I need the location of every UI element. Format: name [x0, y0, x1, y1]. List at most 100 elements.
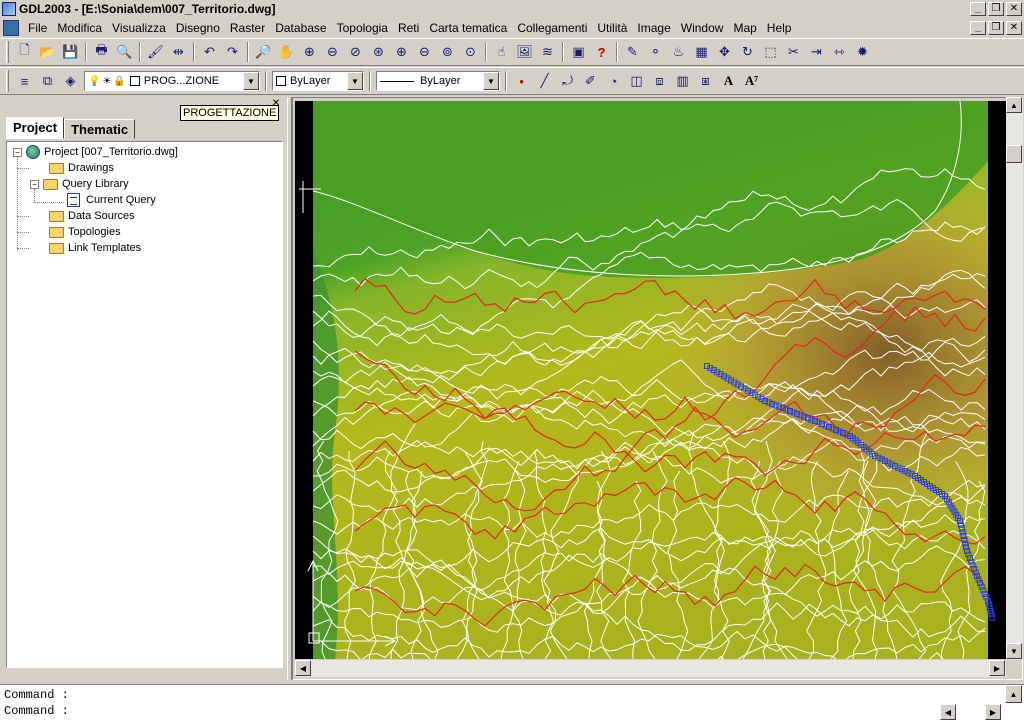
- tree-item-current-query[interactable]: Current Query: [67, 192, 156, 208]
- layer-display-icon[interactable]: ▣: [567, 41, 590, 63]
- command-scroll-up-icon[interactable]: ▲: [1005, 685, 1022, 703]
- scroll-up-icon[interactable]: ▲: [1006, 97, 1022, 113]
- menu-collegamenti[interactable]: Collegamenti: [512, 18, 592, 38]
- image-insert-icon[interactable]: 🖼: [513, 41, 536, 63]
- trim-icon[interactable]: ✂: [782, 41, 805, 63]
- scroll-left-icon[interactable]: ◀: [295, 660, 311, 676]
- topology-icon[interactable]: ♨: [667, 41, 690, 63]
- menu-modifica[interactable]: Modifica: [52, 18, 107, 38]
- doc-restore-button[interactable]: ❐: [988, 21, 1004, 35]
- title-bar[interactable]: GDL2003 - [E:\Sonia\dem\007_Territorio.d…: [0, 0, 1024, 18]
- drawing-canvas[interactable]: [295, 101, 1006, 659]
- minimize-button[interactable]: _: [970, 2, 986, 16]
- print-preview-icon[interactable]: 🔍: [113, 41, 136, 63]
- tree-root[interactable]: − Project [007_Territorio.dwg]: [13, 144, 178, 160]
- zoom-all-icon[interactable]: ⊚: [436, 41, 459, 63]
- rainbow-icon[interactable]: ≋: [536, 41, 559, 63]
- circle-icon[interactable]: ◔: [602, 70, 625, 92]
- toolbar-grip[interactable]: [6, 41, 9, 63]
- zoom-scale-icon[interactable]: ⊘: [344, 41, 367, 63]
- menu-file[interactable]: File: [23, 18, 52, 38]
- nodes-icon[interactable]: ⚬: [644, 41, 667, 63]
- collapse-icon[interactable]: −: [30, 179, 39, 189]
- restore-button[interactable]: ❐: [988, 2, 1004, 16]
- layer-stack-icon[interactable]: ◈: [59, 70, 82, 92]
- explode-icon[interactable]: ✹: [851, 41, 874, 63]
- menu-raster[interactable]: Raster: [225, 18, 270, 38]
- linetype-combo[interactable]: ByLayer ▼: [376, 71, 500, 91]
- zoom-dynamic-icon[interactable]: ⊖: [321, 41, 344, 63]
- undo-icon[interactable]: ↶: [198, 41, 221, 63]
- chevron-down-icon[interactable]: ▼: [243, 72, 259, 90]
- menu-carta-tematica[interactable]: Carta tematica: [424, 18, 512, 38]
- menu-image[interactable]: Image: [632, 18, 675, 38]
- pan-icon[interactable]: ✋: [275, 41, 298, 63]
- menu-disegno[interactable]: Disegno: [171, 18, 225, 38]
- terrain-map[interactable]: [295, 101, 1006, 659]
- zoom-center-icon[interactable]: ⊛: [367, 41, 390, 63]
- text-icon[interactable]: A: [717, 70, 740, 92]
- new-icon[interactable]: 🗋: [13, 41, 36, 63]
- rotate-icon[interactable]: ↻: [736, 41, 759, 63]
- layers-icon[interactable]: ≡: [13, 70, 36, 92]
- tree-item-query-library[interactable]: − Query Library: [30, 176, 129, 192]
- command-area[interactable]: Command : Command : ▲ ◀ ▶: [0, 684, 1024, 723]
- menu-visualizza[interactable]: Visualizza: [107, 18, 171, 38]
- area-icon[interactable]: ◫: [625, 70, 648, 92]
- menu-topologia[interactable]: Topologia: [332, 18, 393, 38]
- save-icon[interactable]: 💾: [59, 41, 82, 63]
- edit-icon[interactable]: ✎: [621, 41, 644, 63]
- menu-utilita[interactable]: Utilità: [592, 18, 632, 38]
- vertical-scroll-thumb[interactable]: [1006, 145, 1022, 163]
- scroll-right-icon[interactable]: ▶: [989, 660, 1005, 676]
- tree-item-drawings[interactable]: Drawings: [49, 160, 114, 176]
- tab-project[interactable]: Project: [6, 117, 65, 139]
- vertical-scrollbar[interactable]: ▲ ▼: [1006, 97, 1023, 660]
- move-icon[interactable]: ✥: [713, 41, 736, 63]
- close-button[interactable]: ✕: [1006, 2, 1022, 16]
- layer-states-icon[interactable]: ⧉: [36, 70, 59, 92]
- polyline-icon[interactable]: ⤾: [556, 70, 579, 92]
- menu-map[interactable]: Map: [728, 18, 761, 38]
- chevron-down-icon[interactable]: ▼: [483, 72, 499, 90]
- zoom-extents-icon[interactable]: ⊙: [459, 41, 482, 63]
- command-input-line[interactable]: Command :: [4, 704, 69, 718]
- doc-close-button[interactable]: ✕: [1006, 21, 1022, 35]
- measure-icon[interactable]: ⇹: [167, 41, 190, 63]
- map-query-icon[interactable]: ☝: [490, 41, 513, 63]
- line-icon[interactable]: ╱: [533, 70, 556, 92]
- tree-item-link-templates[interactable]: Link Templates: [49, 240, 141, 256]
- zoom-realtime-icon[interactable]: 🔎: [252, 41, 275, 63]
- extend-icon[interactable]: ⇥: [805, 41, 828, 63]
- scroll-down-icon[interactable]: ▼: [1006, 643, 1022, 659]
- menu-database[interactable]: Database: [270, 18, 331, 38]
- print-icon[interactable]: 🖶: [90, 41, 113, 63]
- pencil-icon[interactable]: ✐: [579, 70, 602, 92]
- tab-thematic[interactable]: Thematic: [64, 119, 136, 139]
- horizontal-scrollbar[interactable]: ◀ ▶: [295, 660, 1006, 677]
- redo-icon[interactable]: ↷: [221, 41, 244, 63]
- point-icon[interactable]: •: [510, 70, 533, 92]
- command-scroll-right-icon[interactable]: ▶: [985, 704, 1001, 720]
- menu-reti[interactable]: Reti: [393, 18, 424, 38]
- menu-help[interactable]: Help: [762, 18, 797, 38]
- open-icon[interactable]: 📂: [36, 41, 59, 63]
- layer-combo[interactable]: 💡 ☀ 🔒 PROG...ZIONE ▼: [84, 71, 260, 91]
- tree-item-topologies[interactable]: Topologies: [49, 224, 121, 240]
- zoom-in-icon[interactable]: ⊕: [390, 41, 413, 63]
- scale-icon[interactable]: ⬚: [759, 41, 782, 63]
- toolbar-grip[interactable]: [6, 70, 9, 92]
- tree-item-data-sources[interactable]: Data Sources: [49, 208, 135, 224]
- zoom-window-icon[interactable]: ⊕: [298, 41, 321, 63]
- chevron-down-icon[interactable]: ▼: [347, 72, 363, 90]
- collapse-icon[interactable]: −: [13, 147, 22, 157]
- command-scroll-left-icon[interactable]: ◀: [940, 704, 956, 720]
- break-icon[interactable]: ⇿: [828, 41, 851, 63]
- document-icon[interactable]: [3, 20, 19, 36]
- table-icon[interactable]: ⧆: [694, 70, 717, 92]
- zoom-out-icon[interactable]: ⊖: [413, 41, 436, 63]
- match-properties-icon[interactable]: 🖌: [144, 41, 167, 63]
- grid-icon[interactable]: ▦: [690, 41, 713, 63]
- doc-minimize-button[interactable]: _: [970, 21, 986, 35]
- hatch-icon[interactable]: ▥: [671, 70, 694, 92]
